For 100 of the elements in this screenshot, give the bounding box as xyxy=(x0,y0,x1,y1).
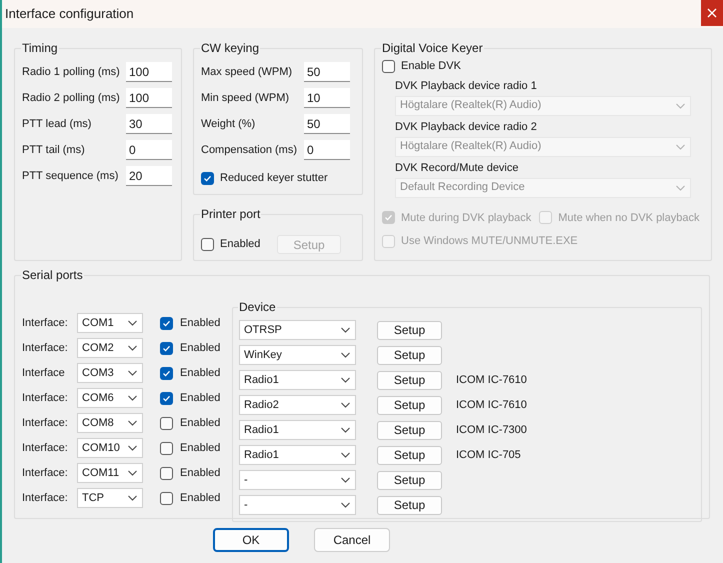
checkbox[interactable] xyxy=(201,238,214,251)
field-label: DVK Playback device radio 2 xyxy=(395,120,538,135)
chevron-icon xyxy=(676,144,685,150)
dropdown[interactable]: Radio1 xyxy=(239,420,356,440)
chevron-icon xyxy=(128,320,137,326)
field-label: Weight (%) xyxy=(201,116,256,132)
chevron-icon xyxy=(676,184,685,190)
radio-model: ICOM IC-705 xyxy=(456,448,521,463)
chevron-icon xyxy=(341,327,350,333)
checkbox-label: Enabled xyxy=(220,237,262,252)
field-label: PTT sequence (ms) xyxy=(22,168,120,184)
chevron-icon xyxy=(128,495,137,501)
field-label: Interface: xyxy=(22,416,69,431)
checkbox[interactable] xyxy=(160,466,173,480)
dropdown[interactable]: Radio1 xyxy=(239,445,356,465)
group-title: Serial ports xyxy=(21,267,84,284)
input-field[interactable]: 0 xyxy=(304,140,350,160)
checkbox[interactable] xyxy=(160,316,173,330)
field-label: Compensation (ms) xyxy=(201,142,298,158)
chevron-icon xyxy=(341,402,350,408)
window-title: Interface configuration xyxy=(4,5,134,24)
checkbox-label: Mute when no DVK playback xyxy=(558,210,700,226)
group-title: CW keying xyxy=(200,40,260,57)
input-field[interactable]: 100 xyxy=(126,62,172,82)
chevron-icon xyxy=(128,370,137,376)
setup-button[interactable]: Setup xyxy=(377,420,442,440)
checkbox[interactable] xyxy=(160,366,173,380)
checkbox[interactable] xyxy=(382,60,395,73)
close-icon xyxy=(707,8,717,18)
checkbox-label: Enabled xyxy=(180,340,220,356)
dropdown[interactable]: COM2 xyxy=(77,338,143,358)
check-icon xyxy=(162,368,171,378)
dropdown[interactable]: COM11 xyxy=(77,463,143,483)
field-label: Max speed (WPM) xyxy=(201,64,294,80)
dialog-button[interactable]: OK xyxy=(213,528,289,552)
dropdown[interactable]: - xyxy=(239,495,356,515)
group-title: Printer port xyxy=(200,206,262,223)
radio-model: ICOM IC-7610 xyxy=(456,398,527,413)
setup-button[interactable]: Setup xyxy=(377,496,442,514)
setup-button[interactable]: Setup xyxy=(377,396,442,414)
field-label: Radio 1 polling (ms) xyxy=(22,64,121,80)
field-label: Interface xyxy=(22,366,66,381)
checkbox[interactable] xyxy=(160,442,173,454)
checkbox-label: Mute during DVK playback xyxy=(401,210,532,226)
field-label: Interface: xyxy=(22,466,69,481)
setup-button[interactable]: Setup xyxy=(377,320,442,340)
check-icon xyxy=(203,174,212,183)
dropdown[interactable]: COM1 xyxy=(77,313,143,333)
check-icon xyxy=(162,394,171,402)
dropdown[interactable]: COM8 xyxy=(77,413,143,433)
checkbox[interactable] xyxy=(160,342,173,354)
chevron-icon xyxy=(341,452,350,458)
dropdown[interactable]: COM10 xyxy=(77,438,143,458)
dropdown[interactable]: COM6 xyxy=(77,388,143,408)
close-button[interactable] xyxy=(701,0,723,26)
input-field[interactable]: 10 xyxy=(304,88,350,108)
chevron-icon xyxy=(128,445,137,451)
setup-button[interactable]: Setup xyxy=(377,470,442,490)
input-field[interactable]: 50 xyxy=(304,114,350,134)
field-label: Radio 2 polling (ms) xyxy=(22,90,121,106)
radio-model: ICOM IC-7300 xyxy=(456,422,527,438)
chevron-icon xyxy=(341,477,350,483)
checkbox-label: Enabled xyxy=(180,490,220,506)
dialog-button[interactable]: Cancel xyxy=(314,528,390,552)
dropdown[interactable]: TCP xyxy=(77,488,143,508)
field-label: Interface: xyxy=(22,340,69,356)
field-label: Interface: xyxy=(22,316,69,331)
group-title: Device xyxy=(238,299,277,316)
checkbox-label: Enabled xyxy=(180,390,220,406)
checkbox-label: Enable DVK xyxy=(401,59,461,74)
checkbox-label: Enabled xyxy=(180,466,220,481)
chevron-icon xyxy=(341,377,350,383)
dropdown[interactable]: OTRSP xyxy=(239,320,356,340)
chevron-icon xyxy=(128,420,137,426)
dropdown[interactable]: - xyxy=(239,470,356,490)
checkbox[interactable] xyxy=(160,492,173,504)
input-field[interactable]: 0 xyxy=(126,140,172,160)
field-label: Interface: xyxy=(22,490,69,506)
chevron-icon xyxy=(128,345,137,351)
chevron-icon xyxy=(128,470,137,476)
dropdown[interactable]: WinKey xyxy=(239,345,356,365)
radio-model: ICOM IC-7610 xyxy=(456,372,527,388)
dropdown[interactable]: Radio1 xyxy=(239,370,356,390)
input-field[interactable]: 30 xyxy=(126,114,172,134)
input-field[interactable]: 20 xyxy=(126,166,172,186)
group-title: Digital Voice Keyer xyxy=(381,40,484,57)
input-field[interactable]: 100 xyxy=(126,88,172,108)
checkbox[interactable] xyxy=(160,392,173,404)
checkbox-label: Enabled xyxy=(180,440,220,456)
dropdown[interactable]: Radio2 xyxy=(239,395,356,415)
checkbox-label: Enabled xyxy=(180,416,220,431)
checkbox[interactable] xyxy=(160,416,173,430)
checkbox[interactable] xyxy=(201,172,214,185)
field-label: PTT lead (ms) xyxy=(22,116,92,132)
input-field[interactable]: 50 xyxy=(304,62,350,82)
check-icon xyxy=(384,213,393,222)
setup-button[interactable]: Setup xyxy=(377,346,442,364)
setup-button[interactable]: Setup xyxy=(377,370,442,390)
dropdown[interactable]: COM3 xyxy=(77,363,143,383)
setup-button[interactable]: Setup xyxy=(377,446,442,464)
